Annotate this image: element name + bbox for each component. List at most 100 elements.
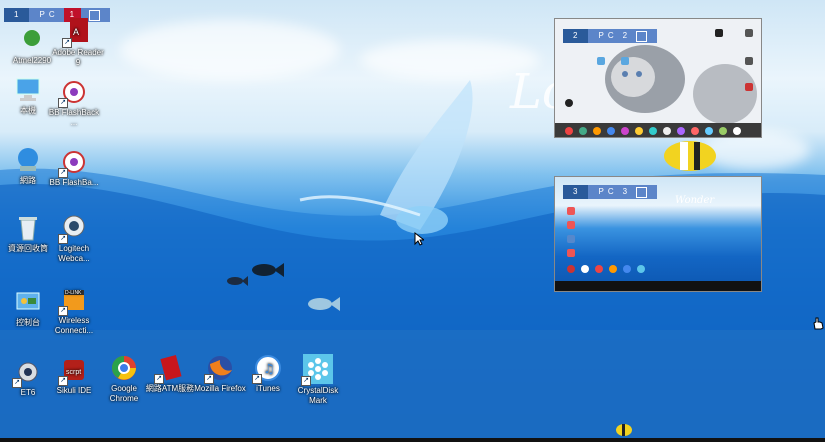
network-icon [14,146,42,174]
wireless-icon: D-LINK ↗ [58,286,88,316]
desktop-icon-label: Logitech Webca... [58,244,90,263]
desktop-icon-adobe-reader[interactable]: A ↗ Adobe Reader 9 [50,18,106,68]
shortcut-arrow-icon: ↗ [58,376,68,386]
desktop-icon-logitech-webcam[interactable]: ↗ Logitech Webca... [46,214,102,264]
taskbar-app-icon [623,265,631,273]
desktop-icon-label: BB FlashBack ... [48,108,100,127]
pdf-icon: A ↗ [62,18,92,48]
pc-index: 2 [622,31,629,40]
taskbar-app-icon [621,127,629,135]
taskbar-app-icon [677,127,685,135]
fish-decoration [252,263,284,277]
svg-text:D-LINK: D-LINK [65,290,82,296]
pc3-wallpaper-text: Wonder [675,195,715,206]
mini-desktop-icon [745,57,753,65]
mini-desktop-icon [715,29,723,37]
fish-decoration [308,297,340,311]
pc-number: 2 [563,29,589,43]
svg-text:A: A [73,27,79,37]
shortcut-arrow-icon: ↗ [154,374,164,384]
flashback-icon: ↗ [58,148,88,178]
flashback-icon: ↗ [58,78,88,108]
control-panel-icon [14,288,42,316]
taskbar-app-icon [607,127,615,135]
sikuli-icon: scrpt ↗ [58,356,88,386]
crystaldisk-icon: ↗ [301,354,333,386]
pc-badge-3[interactable]: 3 P C 3 [563,185,658,199]
pc-label-text: P C [598,31,615,40]
mini-desktop-icon [745,83,753,91]
atm-icon: ↗ [154,354,184,384]
desktop-icon-label: Sikuli IDE [56,386,92,395]
desktop-icon-sikuli-ide[interactable]: scrpt ↗ Sikuli IDE [46,356,102,396]
taskbar-app-icon [635,127,643,135]
desktop-icon-wireless-connection[interactable]: D-LINK ↗ Wireless Connecti... [46,286,102,336]
svg-text:scrpt: scrpt [66,369,81,376]
desktop-icon-crystaldiskmark[interactable]: ↗ CrystalDisk Mark [288,354,348,406]
mini-desktop-icon [565,99,573,107]
webcam-icon: ↗ [58,214,88,244]
desktop-icon-label: 網路ATM服務 [145,384,195,393]
mini-desktop-icon [567,207,575,215]
pc-number: 3 [563,185,589,199]
mini-desktop-icon [621,57,629,65]
desktop-icon-atm-service[interactable]: ↗ 網路ATM服務 [142,354,198,394]
shortcut-arrow-icon: ↗ [204,374,214,384]
mini-desktop-icon [745,29,753,37]
taskbar-app-icon [567,265,575,273]
pc-label: P C 2 [588,29,658,43]
mouse-pointer-icon [414,232,424,246]
chrome-icon [110,354,138,382]
mini-desktop-icon [567,221,575,229]
taskbar-app-icon [663,127,671,135]
fish-decoration [227,276,248,286]
svg-text:♫: ♫ [263,362,275,377]
desktop-icon-label: Wireless Connecti... [54,316,94,335]
app-icon [18,26,46,54]
mini-desktop-icon [567,249,575,257]
desktop-icon-bb-flashback-1[interactable]: ↗ BB FlashBack ... [46,78,102,128]
desktop-background[interactable]: Lo 1 P C 1 Atmel2290 A ↗ Adobe Reader 9 本… [0,0,825,438]
taskbar-app-icon [595,265,603,273]
taskbar-app-icon [705,127,713,135]
taskbar-app-icon [593,127,601,135]
shortcut-arrow-icon: ↗ [58,234,68,244]
hand-cursor-icon [813,317,824,330]
taskbar-app-icon [719,127,727,135]
shortcut-arrow-icon: ↗ [301,376,311,386]
taskbar-app-icon [649,127,657,135]
et6-icon: ↗ [12,358,42,388]
remote-pc-3-preview[interactable]: 3 P C 3 Wonder [554,176,762,292]
shortcut-arrow-icon: ↗ [58,306,68,316]
window-icon [636,186,648,198]
itunes-icon: ♫ ↗ [252,354,282,384]
taskbar-app-icon [691,127,699,135]
fish-decoration [664,141,716,171]
pc-label: P C 3 [588,185,658,199]
pc-index: 3 [622,187,629,196]
pc-label-text: P C [598,187,615,196]
taskbar-app-icon [637,265,645,273]
computer-icon [14,76,42,104]
taskbar-app-icon [733,127,741,135]
shortcut-arrow-icon: ↗ [58,98,68,108]
taskbar-app-icon [579,127,587,135]
desktop-icon-label: BB FlashBa... [49,178,99,187]
screen-bottom-edge [0,438,825,442]
window-icon [636,30,648,42]
desktop-icon-label: CrystalDisk Mark [297,386,339,405]
shortcut-arrow-icon: ↗ [12,378,22,388]
shortcut-arrow-icon: ↗ [58,168,68,178]
fish-decoration [616,424,632,436]
mini-desktop-icon [597,57,605,65]
taskbar-app-icon [581,265,589,273]
firefox-icon: ↗ [204,354,234,384]
pc-badge-2[interactable]: 2 P C 2 [563,29,658,43]
pc-number: 1 [4,8,30,22]
remote-pc-2-preview[interactable]: 2 P C 2 [554,18,762,138]
recycle-bin-icon [14,214,42,242]
shortcut-arrow-icon: ↗ [62,38,72,48]
taskbar-app-icon [609,265,617,273]
desktop-icon-bb-flashback-2[interactable]: ↗ BB FlashBa... [46,148,102,188]
shortcut-arrow-icon: ↗ [252,374,262,384]
